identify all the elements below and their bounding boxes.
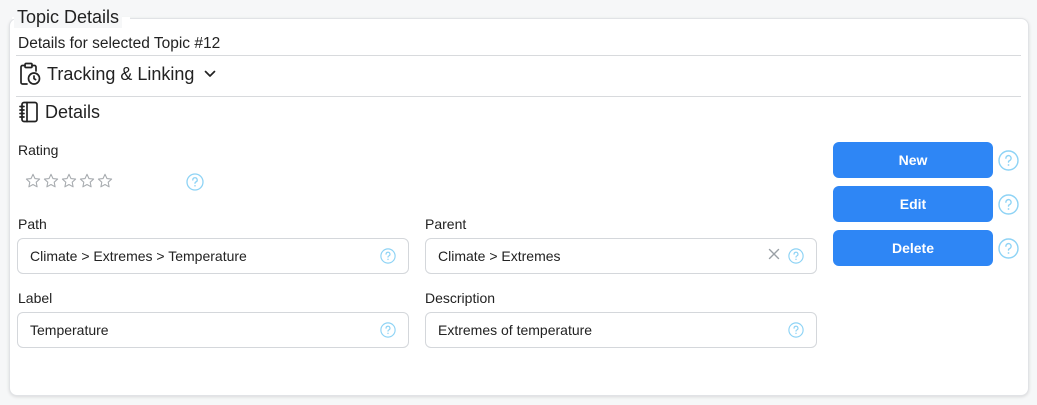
label-value: Temperature (30, 322, 109, 338)
label-label: Label (18, 290, 53, 306)
path-value: Climate > Extremes > Temperature (30, 248, 247, 264)
description-field[interactable]: Extremes of temperature (425, 312, 817, 348)
help-icon[interactable] (380, 248, 396, 264)
section-details-label: Details (45, 102, 101, 122)
help-icon[interactable] (380, 322, 396, 338)
section-details: Details (19, 101, 100, 123)
divider (16, 55, 1021, 56)
edit-button[interactable]: Edit (833, 186, 993, 222)
panel-subtitle: Details for selected Topic #12 (18, 35, 221, 52)
notebook-icon (19, 101, 39, 123)
section-tracking-label: Tracking & Linking (47, 64, 195, 84)
panel-title: Topic Details (14, 6, 123, 28)
help-icon[interactable] (788, 248, 804, 264)
divider (16, 96, 1021, 97)
rating-stars[interactable] (25, 173, 113, 189)
clear-icon[interactable] (768, 248, 780, 264)
star-icon[interactable] (79, 173, 95, 189)
chevron-down-icon[interactable] (204, 70, 216, 78)
star-icon[interactable] (43, 173, 59, 189)
help-icon[interactable] (186, 173, 204, 191)
help-icon[interactable] (998, 194, 1019, 215)
parent-select[interactable]: Climate > Extremes (425, 238, 817, 274)
section-tracking-linking[interactable]: Tracking & Linking (19, 62, 216, 86)
label-field[interactable]: Temperature (17, 312, 409, 348)
description-label: Description (425, 290, 496, 306)
parent-label: Parent (425, 216, 467, 232)
star-icon[interactable] (61, 173, 77, 189)
description-value: Extremes of temperature (438, 322, 593, 338)
path-field[interactable]: Climate > Extremes > Temperature (17, 238, 409, 274)
new-button[interactable]: New (833, 142, 993, 178)
rating-label: Rating (18, 142, 59, 158)
help-icon[interactable] (998, 238, 1019, 259)
parent-value: Climate > Extremes (438, 248, 561, 264)
path-label: Path (18, 216, 47, 232)
help-icon[interactable] (788, 322, 804, 338)
help-icon[interactable] (998, 150, 1019, 171)
clipboard-clock-icon (19, 62, 41, 86)
star-icon[interactable] (25, 173, 41, 189)
star-icon[interactable] (97, 173, 113, 189)
delete-button[interactable]: Delete (833, 230, 993, 266)
